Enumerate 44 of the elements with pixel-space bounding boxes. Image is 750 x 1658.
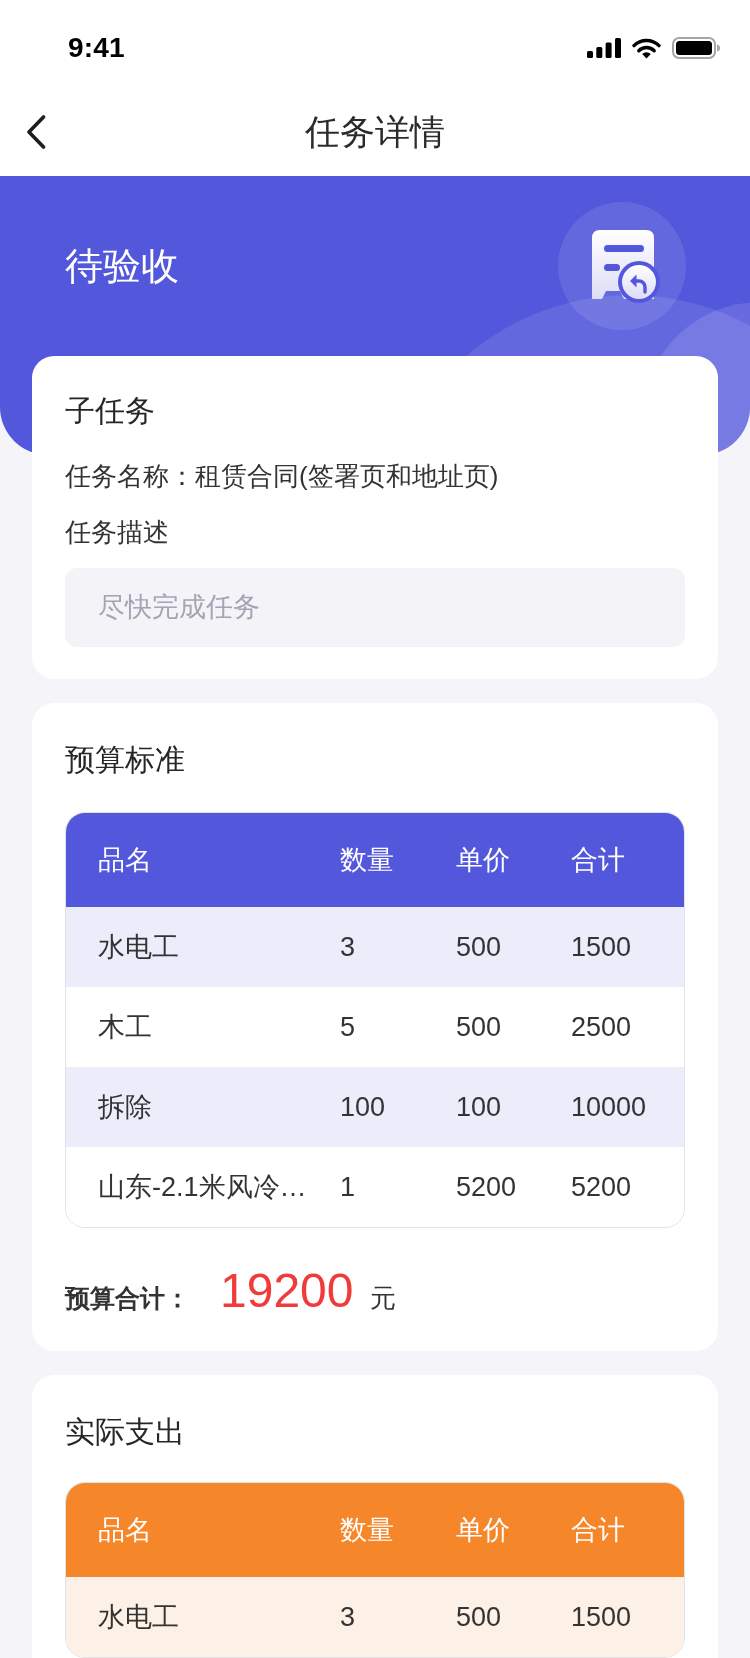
column-header: 品名 bbox=[66, 813, 340, 907]
back-button[interactable] bbox=[26, 115, 46, 149]
section-title: 子任务 bbox=[65, 393, 155, 429]
table-cell: 100 bbox=[456, 1067, 571, 1147]
currency-unit: 元 bbox=[370, 1282, 397, 1315]
status-time: 9:41 bbox=[68, 31, 125, 65]
table-cell: 1500 bbox=[571, 907, 684, 987]
column-header: 数量 bbox=[340, 813, 456, 907]
description-field[interactable]: 尽快完成任务 bbox=[65, 568, 685, 647]
document-return-icon bbox=[558, 202, 686, 330]
column-header: 合计 bbox=[571, 813, 684, 907]
task-name-value: 租赁合同(签署页和地址页) bbox=[195, 460, 499, 493]
table-cell: 5200 bbox=[571, 1147, 684, 1227]
table-cell: 500 bbox=[456, 987, 571, 1067]
section-title: 预算标准 bbox=[65, 742, 185, 778]
table-cell: 500 bbox=[456, 907, 571, 987]
page-title: 任务详情 bbox=[305, 111, 445, 153]
column-header: 数量 bbox=[340, 1483, 456, 1577]
table-cell: 3 bbox=[340, 907, 456, 987]
section-title: 实际支出 bbox=[65, 1414, 185, 1450]
table-cell: 2500 bbox=[571, 987, 684, 1067]
table-cell: 拆除 bbox=[66, 1067, 340, 1147]
column-header: 单价 bbox=[456, 1483, 571, 1577]
table-cell: 3 bbox=[340, 1577, 456, 1657]
column-header: 品名 bbox=[66, 1483, 340, 1577]
total-amount: 19200 bbox=[220, 1263, 354, 1319]
description-label: 任务描述 bbox=[65, 516, 169, 549]
signal-icon bbox=[587, 38, 621, 58]
table-cell: 1500 bbox=[571, 1577, 684, 1657]
status-title: 待验收 bbox=[65, 244, 179, 289]
table-cell: 10000 bbox=[571, 1067, 684, 1147]
column-header: 单价 bbox=[456, 813, 571, 907]
table-cell: 山东-2.1米风冷… bbox=[66, 1147, 340, 1227]
wifi-icon bbox=[632, 37, 661, 59]
column-header: 合计 bbox=[571, 1483, 684, 1577]
battery-icon bbox=[672, 37, 720, 59]
table-cell: 5 bbox=[340, 987, 456, 1067]
total-label: 预算合计： bbox=[65, 1283, 190, 1314]
table-cell: 500 bbox=[456, 1577, 571, 1657]
task-name-label: 任务名称： bbox=[65, 460, 195, 493]
table-cell: 水电工 bbox=[66, 907, 340, 987]
table-cell: 水电工 bbox=[66, 1577, 340, 1657]
table-cell: 木工 bbox=[66, 987, 340, 1067]
table-cell: 100 bbox=[340, 1067, 456, 1147]
